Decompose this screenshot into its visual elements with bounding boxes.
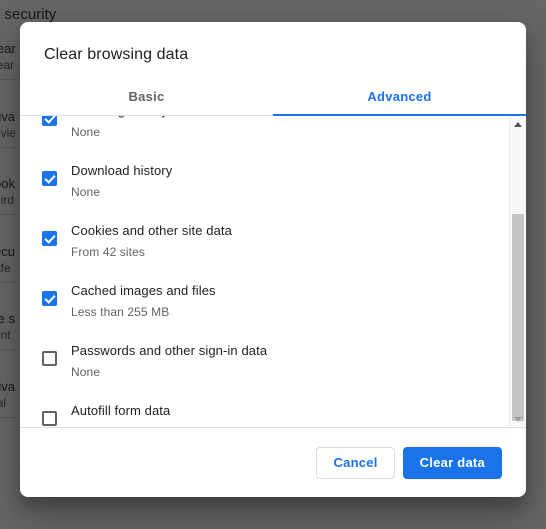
clear-data-button[interactable]: Clear data <box>402 446 502 479</box>
checkbox-cookies-and-other-site-data[interactable] <box>42 231 57 246</box>
data-types-list-container: Browsing history None Download history N… <box>20 116 526 428</box>
dialog-title: Clear browsing data <box>44 46 189 63</box>
list-item-cookies-and-other-site-data[interactable]: Cookies and other site data From 42 site… <box>20 210 509 270</box>
cancel-button[interactable]: Cancel <box>316 446 395 479</box>
data-types-list: Browsing history None Download history N… <box>20 116 509 427</box>
list-item-sublabel: Less than 255 MB <box>71 305 170 319</box>
list-item-sublabel: None <box>71 185 101 199</box>
checkbox-autofill-form-data[interactable] <box>42 411 57 426</box>
tab-advanced[interactable]: Advanced <box>273 82 526 116</box>
list-item-sublabel: None <box>71 125 101 139</box>
list-item-label: Cookies and other site data <box>71 223 232 238</box>
list-item-autofill-form-data[interactable]: Autofill form data None <box>20 390 509 427</box>
list-item-sublabel: None <box>71 422 170 427</box>
checkbox-browsing-history[interactable] <box>42 116 57 126</box>
list-item-sublabel: From 42 sites <box>71 245 145 259</box>
dialog-tabs: Basic Advanced <box>20 82 526 116</box>
checkbox-cached-images-and-files[interactable] <box>42 291 57 306</box>
scroll-up-arrow-icon[interactable] <box>510 116 526 132</box>
dialog-footer: Cancel Clear data <box>20 428 526 497</box>
list-item-browsing-history[interactable]: Browsing history None <box>20 116 509 150</box>
list-item-label: Download history <box>71 163 173 178</box>
scroll-down-arrow-icon[interactable] <box>510 411 526 427</box>
screen: d security lear lear riva evie ook hird … <box>0 0 546 529</box>
clear-browsing-data-dialog: Clear browsing data Basic Advanced Brows… <box>20 22 526 497</box>
list-item-label: Passwords and other sign-in data <box>71 343 268 358</box>
list-scrollbar[interactable] <box>509 116 526 427</box>
list-item-label: Autofill form data <box>71 403 171 418</box>
list-item-download-history[interactable]: Download history None <box>20 150 509 210</box>
checkbox-passwords-and-other-sign-in-data[interactable] <box>42 351 57 366</box>
checkbox-download-history[interactable] <box>42 171 57 186</box>
list-item-sublabel: None <box>71 365 101 379</box>
list-item-label: Cached images and files <box>71 283 216 298</box>
list-item-cached-images-and-files[interactable]: Cached images and files Less than 255 MB <box>20 270 509 330</box>
list-item-passwords-and-other-sign-in-data[interactable]: Passwords and other sign-in data None <box>20 330 509 390</box>
scrollbar-thumb[interactable] <box>512 214 524 421</box>
tab-basic[interactable]: Basic <box>20 82 273 115</box>
